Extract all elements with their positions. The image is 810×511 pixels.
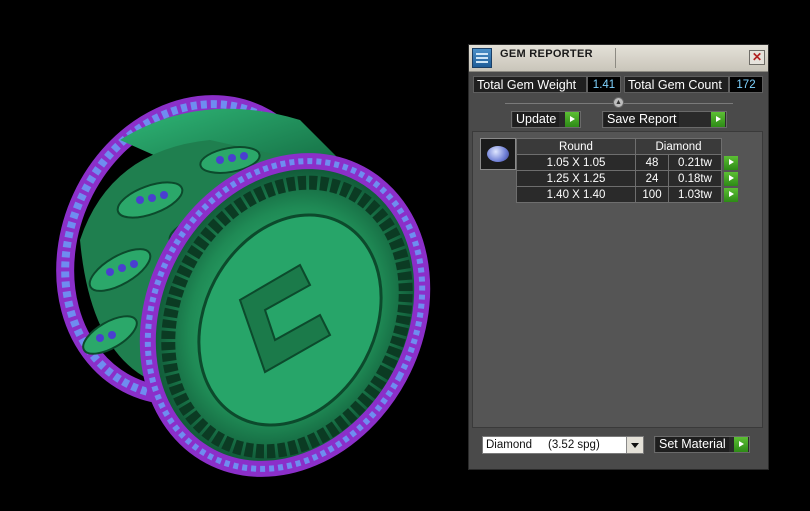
gem-count: 24 <box>635 170 669 187</box>
gem-table: Round Diamond 1.05 X 1.05 48 0.21tw 1.25… <box>516 138 740 203</box>
table-row: 1.40 X 1.40 100 1.03tw <box>516 186 740 203</box>
ring-render <box>56 95 431 477</box>
play-arrow-icon <box>565 112 579 127</box>
gem-reporter-panel: GEM REPORTER ✕ Total Gem Weight 1.41 Tot… <box>468 44 769 470</box>
report-icon <box>472 48 492 68</box>
gem-size: 1.40 X 1.40 <box>516 186 636 203</box>
total-gem-count-value: 172 <box>729 76 763 93</box>
material-select-value: Diamond (3.52 spg) <box>486 439 600 451</box>
shape-header: Round <box>516 138 636 155</box>
gem-list-area: Round Diamond 1.05 X 1.05 48 0.21tw 1.25… <box>472 131 763 428</box>
collapse-toggle-icon[interactable]: ▲ <box>613 97 624 108</box>
gem-size: 1.25 X 1.25 <box>516 170 636 187</box>
3d-viewport[interactable] <box>0 0 465 506</box>
total-gem-count-label: Total Gem Count <box>624 76 729 93</box>
table-row: 1.05 X 1.05 48 0.21tw <box>516 154 740 171</box>
set-material-button[interactable]: Set Material <box>654 436 750 453</box>
close-icon[interactable]: ✕ <box>749 50 765 65</box>
save-report-button[interactable]: Save Report <box>602 111 727 128</box>
round-gem-icon[interactable] <box>480 138 516 170</box>
gem-count: 48 <box>635 154 669 171</box>
save-report-label: Save Report <box>604 112 680 127</box>
title-bar[interactable]: GEM REPORTER ✕ <box>469 45 768 72</box>
total-gem-weight-label: Total Gem Weight <box>473 76 587 93</box>
chevron-down-icon[interactable] <box>626 437 643 453</box>
select-row-arrow-icon[interactable] <box>723 171 738 186</box>
gem-count: 100 <box>635 186 669 203</box>
gem-weight: 0.18tw <box>668 170 722 187</box>
update-label: Update <box>513 112 560 127</box>
play-arrow-icon <box>711 112 725 127</box>
material-select[interactable]: Diamond (3.52 spg) <box>482 436 644 454</box>
set-material-label: Set Material <box>656 437 729 452</box>
select-row-arrow-icon[interactable] <box>723 187 738 202</box>
material-header: Diamond <box>635 138 722 155</box>
gem-weight: 0.21tw <box>668 154 722 171</box>
update-button[interactable]: Update <box>511 111 581 128</box>
select-row-arrow-icon[interactable] <box>723 155 738 170</box>
gem-weight: 1.03tw <box>668 186 722 203</box>
title-separator <box>615 48 616 68</box>
panel-title: GEM REPORTER <box>500 48 593 60</box>
play-arrow-icon <box>734 437 748 452</box>
total-gem-weight-value: 1.41 <box>587 76 621 93</box>
gem-size: 1.05 X 1.05 <box>516 154 636 171</box>
table-row: 1.25 X 1.25 24 0.18tw <box>516 170 740 187</box>
